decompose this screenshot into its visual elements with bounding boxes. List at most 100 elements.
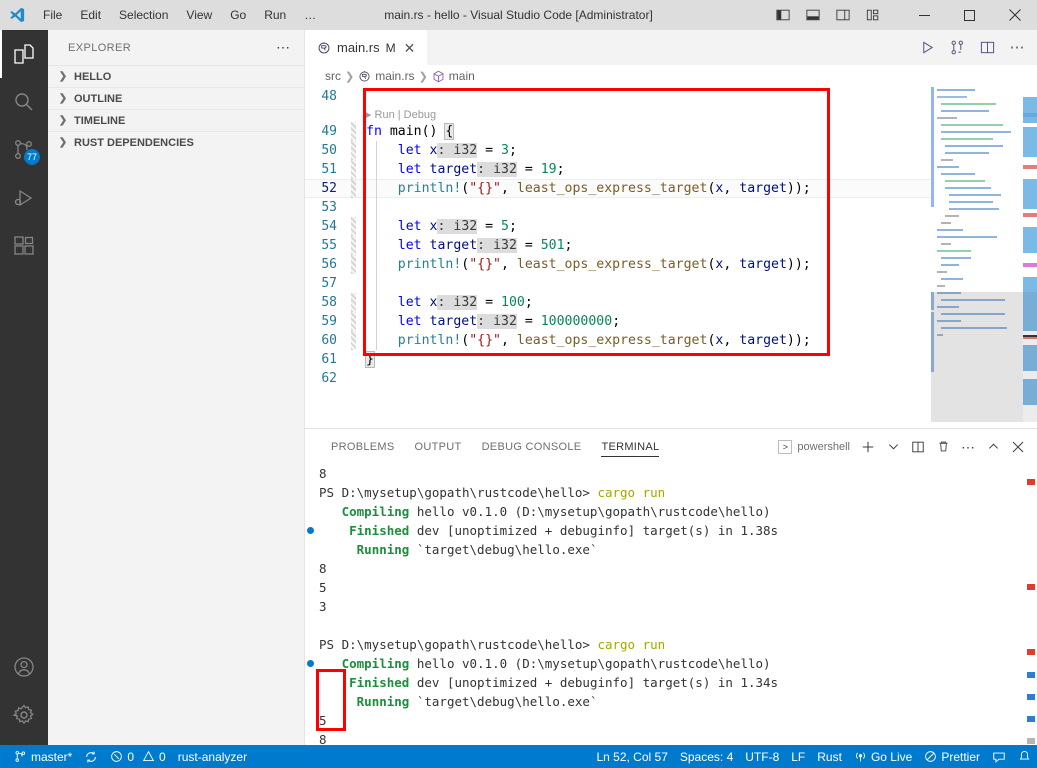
close-icon[interactable] — [992, 0, 1037, 30]
code-line[interactable]: 58 let x: i32 = 100; — [305, 293, 1037, 312]
status-prettier[interactable]: Prettier — [918, 745, 986, 768]
menu-edit[interactable]: Edit — [71, 4, 110, 26]
code-line[interactable]: 50 let x: i32 = 3; — [305, 141, 1037, 160]
more-actions-icon[interactable]: ⋯ — [276, 39, 296, 56]
sidebar-item-timeline[interactable]: ❯ TIMELINE — [48, 109, 304, 131]
minimap-line — [937, 236, 997, 238]
code-line[interactable]: 55 let target: i32 = 501; — [305, 236, 1037, 255]
menu-run[interactable]: Run — [255, 4, 295, 26]
terminal-output[interactable]: 8 PS D:\mysetup\gopath\rustcode\hello> ca… — [305, 464, 1037, 746]
customize-layout-icon[interactable] — [859, 0, 887, 30]
codelens-label[interactable]: ▶ Run | Debug — [305, 108, 436, 121]
split-editor-icon[interactable] — [973, 34, 1001, 62]
toggle-secondary-sidebar-icon[interactable] — [829, 0, 857, 30]
sidebar-item-outline[interactable]: ❯ OUTLINE — [48, 87, 304, 109]
menu-selection[interactable]: Selection — [110, 4, 177, 26]
status-notifications[interactable] — [1012, 745, 1037, 768]
new-terminal-icon[interactable] — [857, 436, 879, 458]
editor-overview-ruler[interactable] — [1023, 87, 1037, 428]
terminal-command-decoration[interactable] — [307, 527, 314, 534]
status-problems[interactable]: 0 0 — [104, 745, 171, 768]
more-actions-icon[interactable]: ⋯ — [1003, 34, 1031, 62]
minimap-line — [945, 215, 959, 217]
activity-item-source-control[interactable]: 77 — [0, 126, 48, 174]
code-text: } — [365, 351, 375, 368]
tab-output[interactable]: OUTPUT — [405, 429, 472, 464]
code-line[interactable]: 61} — [305, 350, 1037, 369]
activity-item-search[interactable] — [0, 78, 48, 126]
activity-item-run-and-debug[interactable] — [0, 174, 48, 222]
code-line[interactable]: 48 — [305, 87, 1037, 106]
code-line[interactable]: 51 let target: i32 = 19; — [305, 160, 1037, 179]
activity-item-accounts[interactable] — [0, 643, 48, 691]
split-terminal-icon[interactable] — [907, 436, 929, 458]
status-indentation[interactable]: Spaces: 4 — [674, 745, 739, 768]
menu-bar[interactable]: File Edit Selection View Go Run … — [34, 4, 325, 26]
activity-item-explorer[interactable] — [0, 30, 48, 78]
code-line[interactable]: 49 fn main() { — [305, 122, 1037, 141]
status-cursor-position[interactable]: Ln 52, Col 57 — [590, 745, 673, 768]
close-panel-icon[interactable] — [1007, 436, 1029, 458]
status-feedback[interactable] — [986, 745, 1012, 768]
tab-main-rs[interactable]: main.rs M ✕ — [305, 30, 429, 65]
breadcrumb-item-main-rs[interactable]: main.rs — [375, 69, 414, 83]
status-encoding[interactable]: UTF-8 — [739, 745, 785, 768]
toggle-primary-sidebar-icon[interactable] — [769, 0, 797, 30]
breadcrumb-item-main[interactable]: main — [449, 69, 475, 83]
terminal-powershell-icon: > — [778, 439, 793, 454]
terminal-overview-ruler[interactable] — [1023, 464, 1037, 746]
line-number: 52 — [321, 181, 337, 196]
editor-scrollbar-thumb[interactable] — [1023, 292, 1037, 422]
code-line[interactable]: 54 let x: i32 = 5; — [305, 217, 1037, 236]
status-language-mode[interactable]: Rust — [811, 745, 848, 768]
minimize-icon[interactable] — [902, 0, 947, 30]
breadcrumb-item-src[interactable]: src — [325, 69, 341, 83]
sidebar-item-hello[interactable]: ❯ HELLO — [48, 65, 304, 87]
status-branch[interactable]: master* — [8, 745, 78, 768]
activity-item-extensions[interactable] — [0, 222, 48, 270]
debug-alt-icon[interactable] — [943, 34, 971, 62]
code-line[interactable]: 52 println!("{}", least_ops_express_targ… — [305, 179, 1037, 198]
code-line[interactable]: 56 println!("{}", least_ops_express_targ… — [305, 255, 1037, 274]
maximize-panel-icon[interactable] — [982, 436, 1004, 458]
run-icon[interactable] — [913, 34, 941, 62]
toggle-panel-icon[interactable] — [799, 0, 827, 30]
menu-more[interactable]: … — [295, 4, 325, 26]
chevron-down-icon[interactable] — [882, 436, 904, 458]
indent-guide — [376, 312, 377, 331]
code-line[interactable]: 57 — [305, 274, 1037, 293]
codelens-run-debug[interactable]: ▶ Run | Debug — [305, 106, 1037, 122]
status-rust-analyzer[interactable]: rust-analyzer — [172, 745, 253, 768]
terminal-selector[interactable]: > powershell — [778, 439, 854, 454]
overview-ruler-mark — [1023, 227, 1037, 253]
code-editor[interactable]: 48 ▶ Run | Debug 49 fn main() {50 let x: i3… — [305, 87, 1037, 428]
kill-terminal-icon[interactable] — [932, 436, 954, 458]
sidebar-item-rust-dependencies[interactable]: ❯ RUST DEPENDENCIES — [48, 131, 304, 153]
menu-file[interactable]: File — [34, 4, 71, 26]
status-sync[interactable] — [78, 745, 104, 768]
menu-view[interactable]: View — [177, 4, 221, 26]
code-line[interactable]: 62 — [305, 369, 1037, 388]
tab-terminal[interactable]: TERMINAL — [591, 429, 669, 464]
code-line[interactable]: 53 — [305, 198, 1037, 217]
status-eol[interactable]: LF — [785, 745, 811, 768]
status-go-live[interactable]: Go Live — [848, 745, 918, 768]
minimap-line — [941, 110, 989, 112]
minimap-line — [941, 124, 1003, 126]
tab-problems[interactable]: PROBLEMS — [321, 429, 405, 464]
tab-close-icon[interactable]: ✕ — [402, 41, 418, 55]
terminal-command-decoration[interactable] — [307, 660, 314, 667]
minimap[interactable] — [931, 87, 1023, 428]
minimap-line — [941, 103, 996, 105]
more-actions-icon[interactable]: ⋯ — [957, 436, 979, 458]
code-line[interactable]: 60 println!("{}", least_ops_express_targ… — [305, 331, 1037, 350]
layout-controls[interactable] — [769, 0, 887, 30]
code-line[interactable]: 59 let target: i32 = 100000000; — [305, 312, 1037, 331]
activity-item-manage[interactable] — [0, 691, 48, 739]
window-controls[interactable] — [902, 0, 1037, 30]
tab-debug-console[interactable]: DEBUG CONSOLE — [472, 429, 592, 464]
maximize-icon[interactable] — [947, 0, 992, 30]
menu-go[interactable]: Go — [221, 4, 255, 26]
minimap-slider[interactable] — [931, 292, 1023, 422]
